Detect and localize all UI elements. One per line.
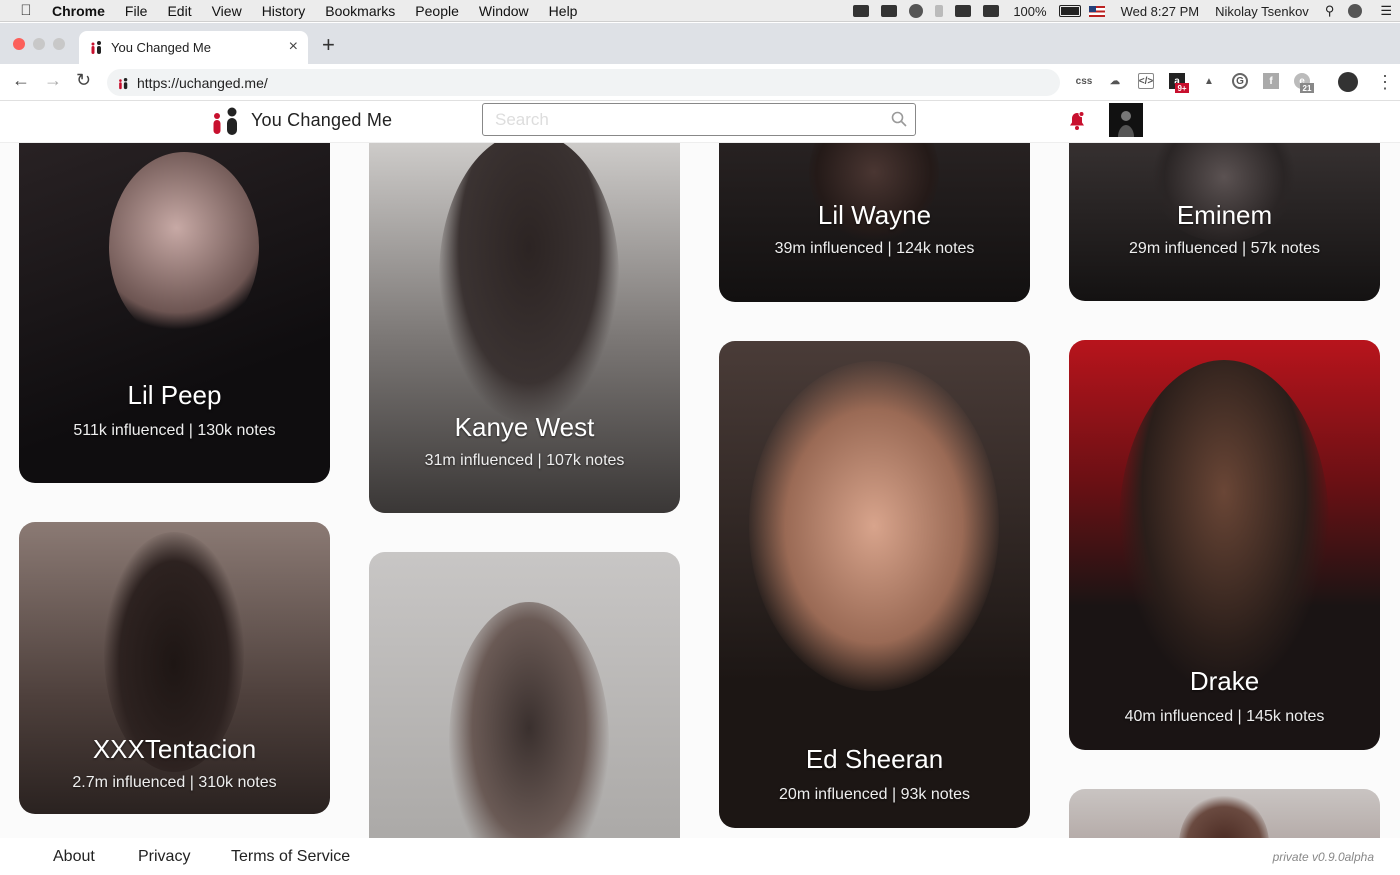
artist-photo [749,361,999,691]
artist-photo [109,152,259,342]
spotlight-icon[interactable]: ⚲ [1325,3,1335,19]
artist-card[interactable]: Lil Peep 511k influenced | 130k notes [19,142,330,483]
minimize-window-button[interactable] [33,38,45,50]
dropbox-icon[interactable] [853,5,870,17]
search-box [482,103,916,136]
search-icon[interactable] [891,111,907,132]
menu-edit[interactable]: Edit [157,3,201,19]
wifi-icon[interactable] [955,5,972,17]
zoom-window-button[interactable] [53,38,65,50]
footer-link-about[interactable]: About [53,848,95,866]
menu-app-chrome[interactable]: Chrome [52,3,115,19]
battery-percent: 100% [1013,3,1047,19]
tab-you-changed-me[interactable]: You Changed Me × [79,31,308,64]
code-extension-icon[interactable]: </> [1138,73,1154,89]
bluetooth-icon[interactable] [935,5,944,17]
close-window-button[interactable] [13,38,25,50]
site-brand[interactable]: You Changed Me [251,110,392,131]
artist-photo [1179,794,1269,838]
menubar-clock[interactable]: Wed 8:27 PM [1121,4,1200,19]
css-extension-icon[interactable]: css [1076,73,1093,89]
artist-photo [1119,360,1329,690]
artist-card[interactable]: Kanye West 31m influenced | 107k notes [369,142,680,513]
artist-name: XXXTentacion [92,734,257,764]
address-bar[interactable]: https://uchanged.me/ [107,69,1060,96]
menu-bookmarks[interactable]: Bookmarks [315,3,405,19]
artist-name: Lil Peep [127,380,222,410]
footer-link-terms[interactable]: Terms of Service [231,848,350,866]
cloud-extension-icon[interactable]: ☁ [1107,73,1123,89]
version-label: private v0.9.0alpha [1272,850,1374,864]
artist-name: Eminem [1176,200,1273,230]
us-flag-icon[interactable] [1088,5,1105,17]
artist-stats: 511k influenced | 130k notes [73,422,276,439]
artist-card[interactable]: Eminem 29m influenced | 57k notes [1069,142,1380,301]
cloud-upload-icon[interactable] [881,5,898,17]
site-footer: About Privacy Terms of Service private v… [0,838,1400,875]
artist-card[interactable] [369,552,680,838]
extension-count-badge: 21 [1300,83,1314,93]
apple-icon[interactable]:  [0,2,52,19]
site-favicon-icon [89,40,103,55]
user-avatar[interactable] [1109,103,1143,137]
menu-people[interactable]: People [405,3,469,19]
artist-stats: 20m influenced | 93k notes [779,786,970,803]
site-logo-icon[interactable] [211,107,241,135]
chrome-menu-icon[interactable]: ⋮ [1376,72,1394,93]
mountain-extension-icon[interactable]: ▲ [1201,73,1217,89]
menu-history[interactable]: History [252,3,316,19]
artist-grid: Lil Peep 511k influenced | 130k notes Ka… [0,142,1400,838]
artist-card[interactable]: Drake 40m influenced | 145k notes [1069,340,1380,750]
artist-photo [449,602,609,838]
macos-menubar:  Chrome File Edit View History Bookmark… [0,0,1400,22]
close-tab-icon[interactable]: × [289,38,298,56]
artist-card[interactable]: Ed Sheeran 20m influenced | 93k notes [719,341,1030,828]
chrome-profile-avatar[interactable] [1338,72,1358,92]
menu-window[interactable]: Window [469,3,539,19]
artist-name: Lil Wayne [817,200,932,230]
tab-title: You Changed Me [111,40,211,55]
battery-icon[interactable] [1058,5,1081,17]
extension-badge: 9+ [1175,83,1189,93]
notification-bell-icon[interactable] [1067,111,1087,136]
window-controls [13,38,65,50]
new-tab-button[interactable]: + [322,32,335,58]
volume-icon[interactable] [983,5,1000,17]
search-input[interactable] [493,104,877,135]
time-machine-icon[interactable] [909,4,924,18]
menubar-user[interactable]: Nikolay Tsenkov [1215,4,1309,19]
forward-arrow-icon[interactable]: → [44,70,62,91]
f-extension-icon[interactable]: f [1263,73,1279,89]
site-header: You Changed Me [0,101,1400,143]
site-info-icon[interactable] [117,77,129,89]
artist-name: Kanye West [454,412,595,442]
artist-stats: 31m influenced | 107k notes [424,452,625,469]
artist-card[interactable]: Lil Wayne 39m influenced | 124k notes [719,142,1030,302]
artist-stats: 2.7m influenced | 310k notes [72,774,277,791]
artist-stats: 39m influenced | 124k notes [774,240,975,257]
artist-name: Ed Sheeran [805,744,944,774]
menu-view[interactable]: View [202,3,252,19]
artist-photo [439,142,619,422]
back-arrow-icon[interactable]: ← [12,70,30,91]
menu-help[interactable]: Help [539,3,588,19]
footer-link-privacy[interactable]: Privacy [138,848,190,866]
artist-stats: 29m influenced | 57k notes [1129,240,1320,257]
user-avatar-icon[interactable] [1348,4,1363,18]
menu-list-icon[interactable]: ☰ [1380,3,1392,19]
artist-name: Drake [1189,666,1260,696]
reload-icon[interactable]: ↻ [76,70,91,91]
g-extension-icon[interactable]: G [1232,73,1248,89]
artist-stats: 40m influenced | 145k notes [1124,708,1325,725]
artist-card[interactable] [1069,789,1380,838]
url-text[interactable]: https://uchanged.me/ [137,75,268,91]
tab-strip: You Changed Me × + [0,23,1400,64]
artist-card[interactable]: XXXTentacion 2.7m influenced | 310k note… [19,522,330,814]
menu-file[interactable]: File [115,3,158,19]
browser-toolbar: ← → ↻ https://uchanged.me/ css ☁ </> a 9… [0,64,1400,101]
